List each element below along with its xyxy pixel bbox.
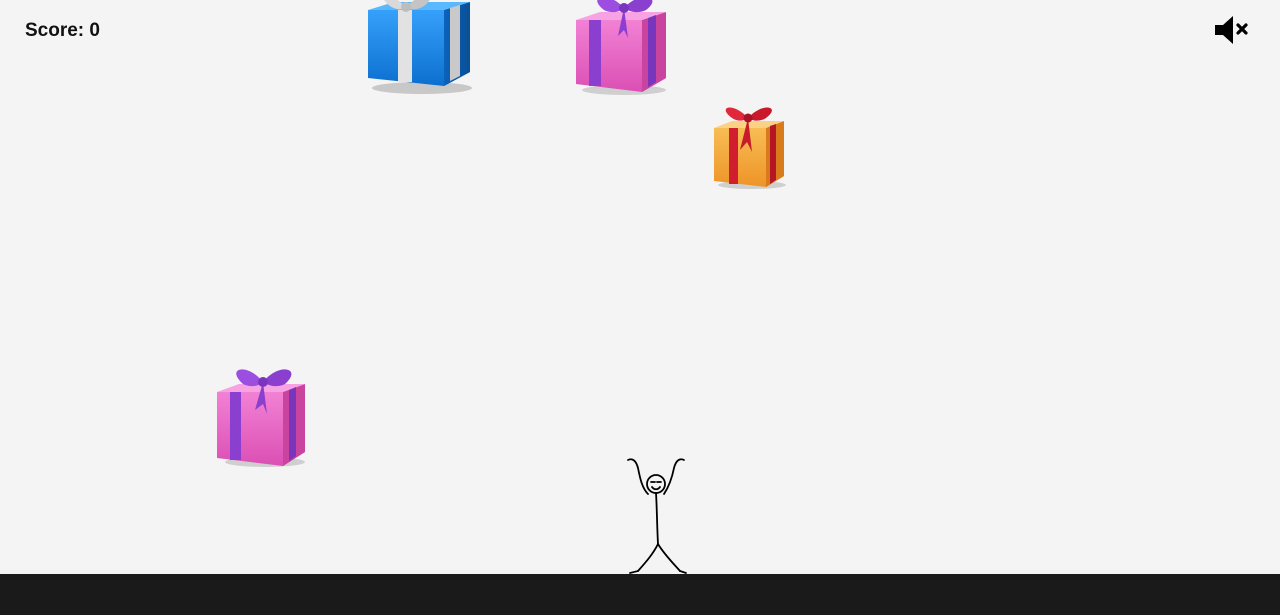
stick-figure-icon[interactable] — [620, 454, 692, 578]
gift-pink — [576, 0, 666, 95]
gift-blue — [368, 0, 472, 94]
score-value: 0 — [89, 20, 100, 41]
mute-toggle-button[interactable] — [1213, 14, 1253, 46]
speaker-muted-icon — [1215, 16, 1248, 44]
game-stage[interactable]: Score: 0 — [0, 0, 1280, 615]
gift-pink — [217, 369, 305, 467]
ground — [0, 574, 1280, 615]
score-label: Score: — [25, 20, 85, 41]
gift-orange — [714, 107, 786, 189]
score-display: Score: 0 — [25, 20, 100, 42]
